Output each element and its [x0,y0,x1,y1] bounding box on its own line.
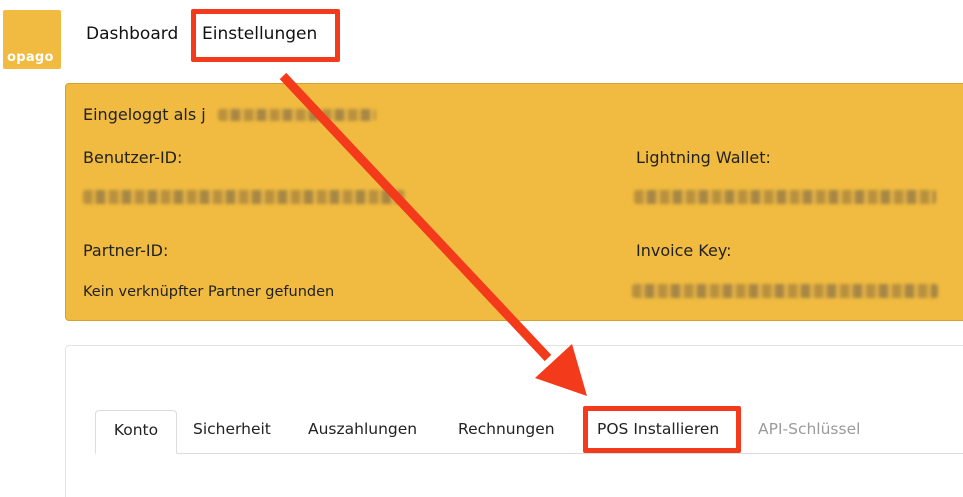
nav-settings-link[interactable]: Einstellungen [202,24,317,44]
tab-auszahlungen[interactable]: Auszahlungen [308,420,417,438]
lightning-wallet-label: Lightning Wallet: [636,148,771,167]
partner-id-label: Partner-ID: [83,241,169,260]
logged-in-as-text: Eingeloggt als j [83,105,206,124]
tab-konto[interactable]: Konto [95,410,177,454]
account-info-card: Eingeloggt als j Benutzer-ID: Partner-ID… [65,83,963,321]
user-id-label: Benutzer-ID: [83,148,183,167]
nav-dashboard-link[interactable]: Dashboard [86,24,178,44]
tab-rechnungen[interactable]: Rechnungen [458,420,555,438]
tab-sicherheit[interactable]: Sicherheit [193,420,271,438]
opago-logo[interactable]: opago [3,10,61,69]
redacted-lightning-wallet [634,190,936,204]
invoice-key-label: Invoice Key: [636,241,732,260]
partner-id-value: Kein verknüpfter Partner gefunden [83,284,335,300]
tabs-divider [96,453,963,454]
logo-text: opago [7,50,54,65]
redacted-invoice-key [632,284,938,298]
settings-tabs-card: Konto Sicherheit Auszahlungen Rechnungen… [65,345,963,497]
redacted-user-id [83,190,405,204]
tab-api-schluessel[interactable]: API-Schlüssel [758,420,860,438]
redacted-email [218,109,376,121]
tab-pos-installieren[interactable]: POS Installieren [597,420,719,438]
